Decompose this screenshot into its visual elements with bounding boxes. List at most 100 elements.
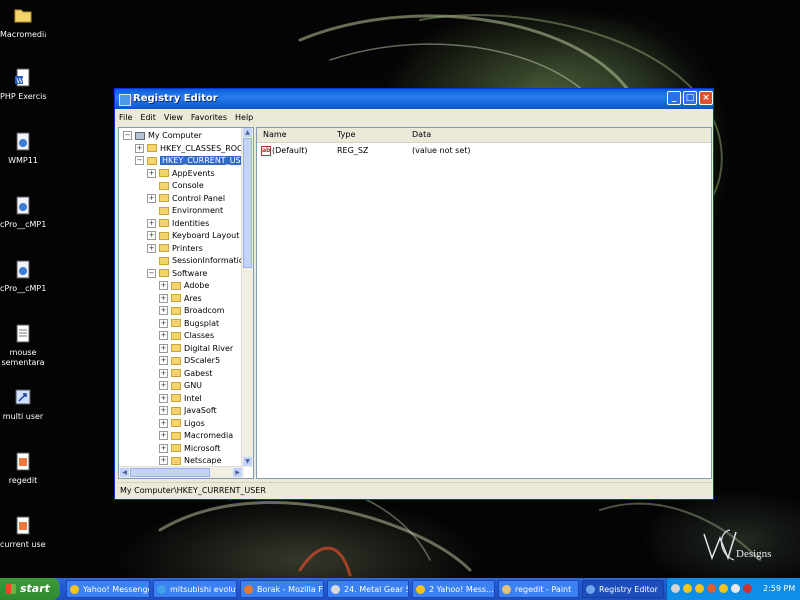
yahoo-icon[interactable] [683, 584, 692, 593]
desktop-icon-mouse-sementara[interactable]: mouse sementara [0, 324, 46, 368]
scroll-up-arrow-icon[interactable]: ▲ [243, 128, 252, 137]
tree-horizontal-scrollbar[interactable]: ◀ ▶ [119, 466, 244, 478]
taskbar-button[interactable]: Yahoo! Messenger [66, 580, 150, 598]
expand-icon[interactable]: + [159, 431, 168, 440]
menu-view[interactable]: View [164, 113, 183, 122]
expand-icon[interactable]: + [159, 368, 168, 378]
desktop-icon-wmp11[interactable]: WMP11 [0, 132, 46, 166]
menu-favorites[interactable]: Favorites [191, 113, 227, 122]
desktop-icon-cpro-cmp11b[interactable]: cPro__cMP11B [0, 196, 46, 230]
tree-item[interactable]: + Printers [147, 243, 203, 255]
tree-item[interactable]: + Control Panel [147, 193, 225, 205]
tree-item[interactable]: Console [147, 180, 204, 192]
expand-icon[interactable]: + [159, 343, 168, 353]
column-header-name[interactable]: Name [263, 130, 287, 139]
tree-item[interactable]: + DScaler5 [159, 355, 220, 367]
taskbar-button[interactable]: 2 Yahoo! Mess... [412, 580, 495, 598]
taskbar-button[interactable]: Registry Editor [582, 580, 664, 598]
start-button[interactable]: start [0, 578, 60, 600]
tree-item[interactable]: − My Computer [123, 130, 202, 142]
security-icon[interactable] [743, 584, 752, 593]
desktop-icon-regedit[interactable]: regedit [0, 452, 46, 486]
app-icon[interactable] [707, 584, 716, 593]
tree-item[interactable]: + Broadcom [159, 305, 225, 317]
expand-icon[interactable]: + [159, 306, 168, 315]
shortcut-icon [14, 388, 32, 408]
tree-item[interactable]: + Ares [159, 293, 202, 305]
tree-item[interactable]: + Keyboard Layout [147, 230, 239, 242]
folder-icon [147, 144, 157, 152]
expand-icon[interactable]: + [147, 231, 156, 240]
expand-icon[interactable]: + [159, 331, 168, 340]
column-header-type[interactable]: Type [337, 130, 355, 139]
yahoo-icon[interactable] [695, 584, 704, 593]
tree-item[interactable]: + Macromedia [159, 430, 233, 442]
list-item[interactable]: ab (Default) REG_SZ (value not set) [257, 145, 711, 157]
expand-icon[interactable]: + [159, 456, 168, 465]
tree-item[interactable]: + Digital River [159, 343, 233, 355]
expand-icon[interactable]: + [159, 418, 168, 428]
maximize-button[interactable]: □ [683, 91, 697, 105]
tree-item[interactable]: SessionInformation [147, 255, 249, 267]
menu-file[interactable]: File [119, 113, 132, 122]
tree-item[interactable]: + AppEvents [147, 168, 215, 180]
speaker-icon[interactable] [731, 584, 740, 593]
close-button[interactable]: × [699, 91, 713, 105]
taskbar-button[interactable]: 24. Metal Gear S... [327, 580, 409, 598]
expand-icon[interactable]: + [147, 218, 156, 228]
expand-icon[interactable]: + [159, 381, 168, 390]
scroll-thumb[interactable] [243, 138, 252, 268]
desktop-icon-multi-user[interactable]: multi user [0, 388, 46, 422]
tree-item[interactable]: − HKEY_CURRENT_USER [135, 155, 253, 167]
collapse-icon[interactable]: − [123, 131, 132, 140]
tree-item[interactable]: + Gabest [159, 368, 212, 380]
tree-item[interactable]: + HKEY_CLASSES_ROOT [135, 143, 248, 155]
minimize-button[interactable]: _ [667, 91, 681, 105]
title-bar[interactable]: Registry Editor _ □ × [115, 89, 713, 109]
expand-icon[interactable]: + [159, 293, 168, 303]
registry-editor-window[interactable]: Registry Editor _ □ × File Edit View Fav… [114, 88, 714, 500]
tree-item[interactable]: + GNU [159, 380, 202, 392]
desktop-icon-current-user[interactable]: current user [0, 516, 46, 550]
scroll-down-arrow-icon[interactable]: ▼ [243, 457, 252, 466]
expand-icon[interactable]: + [159, 281, 168, 290]
tree-item[interactable]: + Adobe [159, 280, 209, 292]
tree-item[interactable]: Environment [147, 205, 223, 217]
tree-item[interactable]: + Intel [159, 393, 202, 405]
desktop-icon-macromedia[interactable]: Macromedia [0, 6, 46, 40]
collapse-icon[interactable]: − [135, 156, 144, 165]
yahoo-icon[interactable] [719, 584, 728, 593]
expand-icon[interactable]: + [159, 393, 168, 403]
scroll-thumb[interactable] [130, 468, 210, 477]
column-header-data[interactable]: Data [412, 130, 431, 139]
expand-icon[interactable]: + [147, 193, 156, 203]
values-list[interactable]: Name Type Data ab (Default) REG_SZ (value… [256, 127, 712, 479]
tree-item[interactable]: + Microsoft [159, 443, 220, 455]
expand-icon[interactable]: + [135, 143, 144, 153]
tree-item[interactable]: + JavaSoft [159, 405, 217, 417]
collapse-icon[interactable]: − [147, 268, 156, 278]
expand-icon[interactable]: + [147, 168, 156, 178]
taskbar-button[interactable]: mitsubishi evoluti... [153, 580, 237, 598]
scroll-right-arrow-icon[interactable]: ▶ [233, 468, 242, 477]
taskbar-button[interactable]: regedit - Paint [498, 580, 579, 598]
expand-icon[interactable]: + [159, 406, 168, 415]
tree-item[interactable]: + Ligos [159, 418, 205, 430]
expand-icon[interactable]: + [159, 356, 168, 365]
registry-tree[interactable]: − My Computer + HKEY_CLASSES_ROOT − HKEY_CURR… [118, 127, 254, 479]
tree-item[interactable]: + Bugsplat [159, 318, 219, 330]
expand-icon[interactable]: + [159, 443, 168, 453]
desktop-icon-php-exercise[interactable]: W PHP Exercise [0, 68, 46, 102]
menu-edit[interactable]: Edit [140, 113, 156, 122]
expand-icon[interactable]: + [159, 318, 168, 328]
taskbar-button[interactable]: Borak - Mozilla Fi... [240, 580, 324, 598]
tree-item[interactable]: + Classes [159, 330, 214, 342]
expand-icon[interactable]: + [147, 243, 156, 253]
menu-help[interactable]: Help [235, 113, 253, 122]
tree-vertical-scrollbar[interactable]: ▲ ▼ [241, 128, 253, 467]
tray-arrow-icon[interactable] [671, 584, 680, 593]
tree-item[interactable]: − Software [147, 268, 207, 280]
scroll-left-arrow-icon[interactable]: ◀ [120, 468, 129, 477]
tree-item[interactable]: + Identities [147, 218, 209, 230]
desktop-icon-cpro-cmp1[interactable]: cPro__cMP1... [0, 260, 46, 294]
